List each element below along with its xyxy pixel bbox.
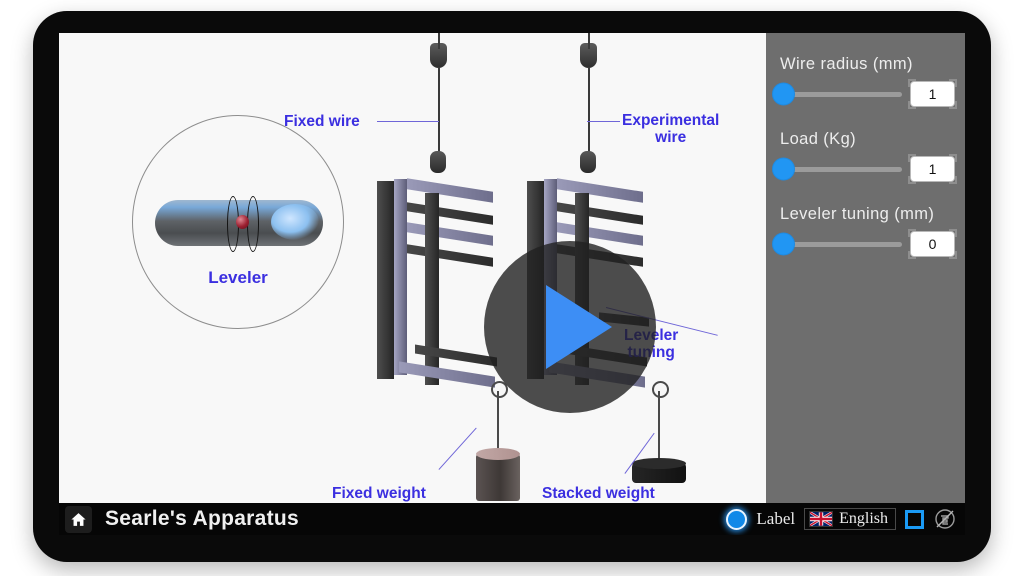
leveler-tuning-slider-handle[interactable]: [772, 232, 795, 256]
uk-flag-icon: [809, 511, 834, 527]
level-bubble: [236, 215, 249, 229]
leader-fixed-wire: [377, 121, 439, 123]
capsule-ring: [247, 196, 259, 252]
load-slider-handle[interactable]: [772, 157, 795, 181]
wire-radius-value-input[interactable]: 1: [908, 79, 957, 109]
callout-stacked-weight-label: Stacked weight: [542, 485, 655, 502]
fixed-wire: [437, 67, 440, 157]
callout-experimental-wire-line2: wire: [655, 129, 687, 147]
load-slider[interactable]: [772, 157, 902, 181]
control-wire-radius-label: Wire radius (mm): [780, 55, 913, 73]
play-button[interactable]: [484, 241, 656, 413]
callout-stacked-weight: Stacked weight: [542, 485, 655, 502]
ceiling-wire-exp: [587, 33, 590, 49]
control-leveler-tuning: Leveler tuning (mm) 0: [772, 205, 957, 259]
wire-radius-slider-handle[interactable]: [772, 82, 795, 106]
fullscreen-icon[interactable]: [905, 509, 924, 529]
callout-experimental-wire-line1: Experimental: [622, 112, 720, 129]
leveler-tuning-value: 0: [928, 236, 937, 252]
callout-fixed-weight: Fixed weight: [332, 485, 426, 502]
crossed-logo-icon[interactable]: [933, 507, 957, 531]
fixed-wire-knob: [430, 151, 446, 173]
label-toggle-text[interactable]: Label: [756, 509, 795, 529]
callout-fixed-weight-label: Fixed weight: [332, 485, 426, 502]
spirit-level-capsule-icon: [155, 196, 323, 252]
callout-fixed-wire: Fixed wire: [284, 113, 360, 130]
control-load: Load (Kg) 1: [772, 130, 957, 184]
leveler-caption: Leveler: [208, 268, 268, 287]
load-value-input[interactable]: 1: [908, 154, 957, 184]
label-toggle-radio-icon[interactable]: [726, 508, 748, 530]
stacked-weight: [632, 458, 686, 483]
wire-radius-slider[interactable]: [772, 82, 902, 106]
hook-stacked: [652, 381, 669, 398]
fixed-weight: [476, 448, 520, 501]
tablet-bezel: Leveler Fixed wire Experimental wire Fix…: [33, 11, 991, 562]
callout-experimental-wire: Experimental wire: [622, 112, 719, 147]
home-button[interactable]: [65, 505, 92, 533]
experimental-wire: [587, 67, 590, 157]
leveler-tuning-slider[interactable]: [772, 232, 902, 256]
leveler-inset: Leveler: [132, 115, 344, 329]
language-label: English: [839, 510, 888, 527]
callout-fixed-wire-label: Fixed wire: [284, 113, 360, 130]
simulation-stage[interactable]: Leveler Fixed wire Experimental wire Fix…: [59, 33, 965, 503]
load-value: 1: [928, 161, 937, 177]
leader-fixed-weight: [438, 427, 477, 471]
language-selector[interactable]: English: [804, 508, 896, 530]
home-icon: [71, 512, 86, 526]
ceiling-wire-fixed: [437, 33, 440, 49]
leveler-tuning-value-input[interactable]: 0: [908, 229, 957, 259]
control-panel: Wire radius (mm) 1 Load (Kg) 1 Leveler t…: [766, 33, 965, 503]
control-leveler-tuning-label: Leveler tuning (mm): [780, 205, 935, 223]
control-load-label: Load (Kg): [780, 130, 857, 148]
page-title: Searle's Apparatus: [105, 507, 300, 530]
screen: Leveler Fixed wire Experimental wire Fix…: [59, 33, 965, 535]
bottom-bar-controls: Label English: [726, 507, 957, 531]
control-wire-radius: Wire radius (mm) 1: [772, 55, 957, 109]
wire-radius-value: 1: [928, 86, 937, 102]
experimental-wire-knob: [580, 151, 596, 173]
bottom-bar: Searle's Apparatus Label English: [59, 503, 965, 535]
hanger-wire-stacked: [658, 391, 660, 467]
leader-experimental-wire: [587, 121, 620, 123]
